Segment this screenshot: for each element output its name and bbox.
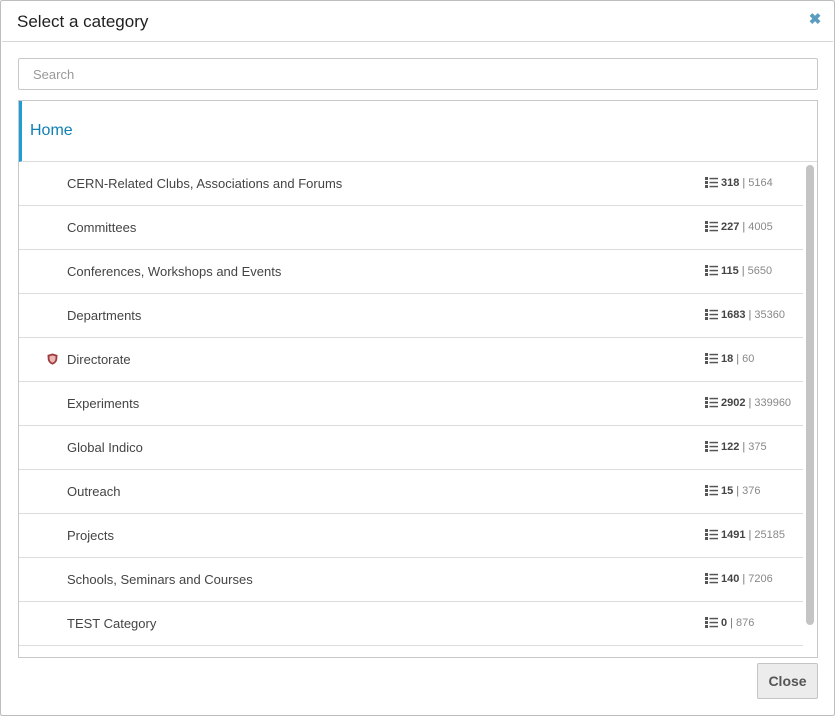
list-icon — [705, 309, 718, 320]
event-count: 876 — [735, 617, 755, 629]
category-counts: 18 | 60 — [705, 353, 754, 365]
category-list: CERN-Related Clubs, Associations and For… — [19, 162, 803, 657]
category-row[interactable]: TEST Category 0 | 876 — [19, 602, 803, 646]
subcategory-count: 1491 — [721, 529, 746, 541]
category-label: Departments — [67, 308, 142, 323]
dialog-titlebar: Select a category ✖ — [2, 2, 833, 42]
category-counts: 122 | 375 — [705, 441, 767, 453]
subcategory-count: 15 — [721, 485, 734, 497]
category-label: Experiments — [67, 396, 140, 411]
category-counts: 1491 | 25185 — [705, 529, 785, 541]
category-label: Schools, Seminars and Courses — [67, 572, 253, 587]
category-label: Conferences, Workshops and Events — [67, 264, 282, 279]
category-counts: 115 | 5650 — [705, 265, 772, 277]
subcategory-count: 318 — [721, 177, 740, 189]
list-icon — [705, 485, 718, 496]
event-count: 7206 — [748, 573, 773, 585]
event-count: 25185 — [754, 529, 785, 541]
category-label: Projects — [67, 528, 114, 543]
count-separator: | — [742, 573, 746, 585]
select-category-dialog: Select a category ✖ Home CERN-Related Cl… — [0, 0, 835, 716]
category-counts: 140 | 7206 — [705, 573, 773, 585]
event-count: 5650 — [747, 265, 773, 277]
event-count: 4005 — [748, 221, 773, 233]
category-label: Directorate — [67, 352, 131, 367]
subcategory-count: 18 — [721, 353, 734, 365]
list-icon — [705, 529, 718, 540]
category-row[interactable]: Departments 1683 | 35360 — [19, 294, 803, 338]
list-icon — [705, 441, 718, 452]
category-row[interactable]: Schools, Seminars and Courses 140 | 7206 — [19, 558, 803, 602]
shield-icon — [47, 353, 58, 365]
category-counts: 318 | 5164 — [705, 177, 773, 189]
category-counts: 0 | 876 — [705, 617, 754, 629]
category-row[interactable]: Projects 1491 | 25185 — [19, 514, 803, 558]
subcategory-count: 115 — [721, 265, 739, 277]
category-row[interactable]: Experiments 2902 | 339960 — [19, 382, 803, 426]
event-count: 5164 — [748, 177, 773, 189]
event-count: 35360 — [754, 309, 785, 321]
category-label: Committees — [67, 220, 137, 235]
list-icon — [705, 397, 718, 408]
subcategory-count: 2902 — [721, 397, 746, 409]
subcategory-count: 140 — [721, 573, 740, 585]
close-icon[interactable]: ✖ — [808, 12, 822, 27]
event-count: 376 — [742, 485, 761, 497]
category-row[interactable]: Outreach 15 | 376 — [19, 470, 803, 514]
count-separator: | — [730, 617, 733, 629]
category-counts: 1683 | 35360 — [705, 309, 785, 321]
count-separator: | — [748, 309, 752, 321]
subcategory-count: 122 — [721, 441, 740, 453]
category-row[interactable]: Directorate 18 | 60 — [19, 338, 803, 382]
category-label: Outreach — [67, 484, 121, 499]
category-label: Global Indico — [67, 440, 143, 455]
category-counts: 15 | 376 — [705, 485, 760, 497]
event-count: 60 — [742, 353, 755, 365]
subcategory-count: 227 — [721, 221, 740, 233]
category-tree: Home CERN-Related Clubs, Associations an… — [18, 100, 818, 658]
scrollbar[interactable] — [803, 162, 817, 657]
count-separator: | — [736, 353, 740, 365]
list-icon — [705, 177, 718, 188]
list-icon — [705, 265, 718, 276]
subcategory-count: 0 — [721, 617, 728, 629]
count-separator: | — [742, 177, 746, 189]
count-separator: | — [748, 529, 752, 541]
event-count: 375 — [748, 441, 767, 453]
list-icon — [705, 617, 718, 628]
list-icon — [705, 573, 718, 584]
count-separator: | — [741, 265, 745, 277]
list-icon — [705, 353, 718, 364]
home-category[interactable]: Home — [19, 101, 817, 162]
category-row[interactable]: Conferences, Workshops and Events 115 | 565… — [19, 250, 803, 294]
category-row[interactable]: Committees 227 | 4005 — [19, 206, 803, 250]
count-separator: | — [736, 485, 740, 497]
list-icon — [705, 221, 718, 232]
count-separator: | — [748, 397, 752, 409]
category-label: TEST Category — [67, 616, 157, 631]
count-separator: | — [742, 221, 746, 233]
category-row[interactable]: CERN-Related Clubs, Associations and For… — [19, 162, 803, 206]
event-count: 339960 — [754, 397, 792, 409]
category-counts: 227 | 4005 — [705, 221, 773, 233]
category-row[interactable]: Global Indico 122 | 375 — [19, 426, 803, 470]
close-button[interactable]: Close — [757, 663, 818, 699]
home-label: Home — [30, 122, 73, 139]
count-separator: | — [742, 441, 746, 453]
subcategory-count: 1683 — [721, 309, 746, 321]
category-label: CERN-Related Clubs, Associations and For… — [67, 176, 343, 191]
search-input[interactable] — [18, 58, 818, 90]
category-counts: 2902 | 339960 — [705, 397, 791, 409]
scrollbar-thumb[interactable] — [806, 165, 814, 625]
dialog-title: Select a category — [17, 12, 149, 31]
